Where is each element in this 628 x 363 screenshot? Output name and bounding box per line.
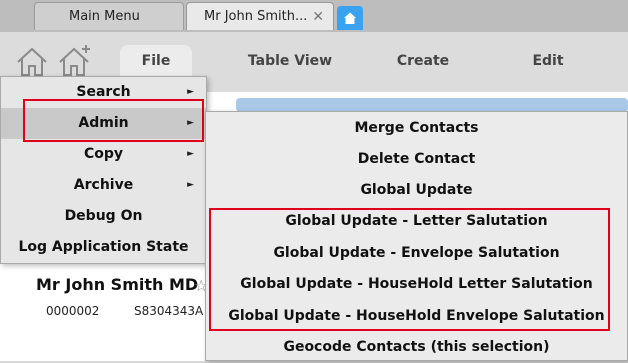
menu-item-label: Search <box>76 84 131 100</box>
create-menu-button[interactable]: Create <box>383 45 463 77</box>
menu-item-label: Copy <box>83 146 124 162</box>
submenu-arrow-icon: ► <box>187 87 194 97</box>
submenu-arrow-icon: ► <box>187 118 194 128</box>
menu-item-global-update-letter-salutation[interactable]: Global Update - Letter Salutation <box>206 206 627 237</box>
menu-item-copy[interactable]: Copy ► <box>1 139 206 170</box>
home-icon <box>344 12 356 24</box>
home-icon[interactable] <box>14 43 50 79</box>
edit-menu-button[interactable]: Edit <box>513 45 583 77</box>
tab-strip: Main Menu Mr John Smith... ✕ <box>0 0 628 32</box>
menu-item-global-update-household-letter-salutation[interactable]: Global Update - HouseHold Letter Salutat… <box>206 269 627 300</box>
menu-item-geocode-contacts[interactable]: Geocode Contacts (this selection) <box>206 332 627 363</box>
table-view-menu-button[interactable]: Table View <box>240 45 340 77</box>
contact-code: S8304343A <box>134 304 204 318</box>
contact-name: Mr John Smith MD <box>36 275 199 294</box>
menu-item-debug-on[interactable]: Debug On <box>1 201 206 232</box>
menu-item-merge-contacts[interactable]: Merge Contacts <box>206 113 627 144</box>
menu-item-log-application-state[interactable]: Log Application State <box>1 232 206 263</box>
menu-item-delete-contact[interactable]: Delete Contact <box>206 144 627 175</box>
menu-item-label: Archive <box>73 177 134 193</box>
menu-item-archive[interactable]: Archive ► <box>1 170 206 201</box>
menu-item-global-update-envelope-salutation[interactable]: Global Update - Envelope Salutation <box>206 238 627 269</box>
menu-item-label: Admin <box>78 115 129 131</box>
close-icon[interactable]: ✕ <box>312 3 324 30</box>
menu-item-global-update[interactable]: Global Update <box>206 175 627 206</box>
menu-item-search[interactable]: Search ► <box>1 77 206 108</box>
header-strip <box>236 98 628 112</box>
submenu-arrow-icon: ► <box>187 180 194 190</box>
submenu-arrow-icon: ► <box>187 149 194 159</box>
home-tab[interactable] <box>337 6 363 30</box>
file-menu-button[interactable]: File <box>120 45 192 77</box>
menu-item-global-update-household-envelope-salutation[interactable]: Global Update - HouseHold Envelope Salut… <box>206 301 627 332</box>
tab-main-menu-label: Main Menu <box>69 9 140 24</box>
tab-contact[interactable]: Mr John Smith... ✕ <box>186 2 334 30</box>
admin-submenu: Merge Contacts Delete Contact Global Upd… <box>205 111 628 361</box>
tab-contact-label: Mr John Smith... <box>204 9 308 24</box>
contact-id: 0000002 <box>46 304 100 318</box>
file-menu: Search ► Admin ► Copy ► Archive ► Debug … <box>0 76 207 264</box>
menu-item-admin[interactable]: Admin ► <box>1 108 206 139</box>
tab-main-menu[interactable]: Main Menu <box>34 2 184 30</box>
add-home-icon[interactable] <box>56 43 96 79</box>
